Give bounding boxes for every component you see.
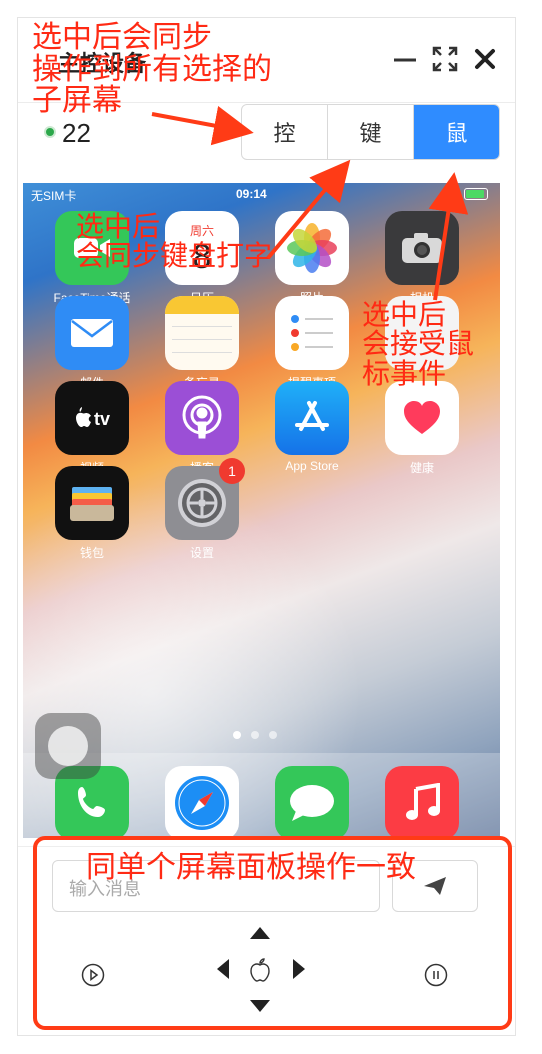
minimize-icon[interactable] [390,44,420,74]
carrier-label: 无SIM卡 [31,189,77,203]
apple-tv-icon: tv [55,381,129,455]
safari-icon [165,766,239,838]
health-icon [385,381,459,455]
photos-icon [275,211,349,285]
messages-icon [275,766,349,838]
podcasts-icon [165,381,239,455]
app-label: App Store [285,459,339,473]
app-label: 设置 [189,546,214,560]
app-mail[interactable]: 邮件 [52,296,132,391]
dock-music[interactable] [382,766,462,838]
annotation-panel-same: 同单个屏幕面板操作一致 [86,850,416,885]
page-indicator [233,731,277,739]
annotation-sync-screens: 选中后会同步 操作到所有选择的 子屏幕 [32,20,272,118]
app-camera[interactable]: 相机 [382,211,462,306]
annotation-sync-keyboard: 选中后 会同步键盘打字 [76,210,273,273]
app-store-icon [275,381,349,455]
settings-icon: 1 [165,458,245,540]
app-photos[interactable]: 照片 [272,211,352,306]
app-health[interactable]: 健康 [382,381,462,476]
app-notes[interactable]: 备忘录 [162,296,242,391]
annotation-mouse-events: 选中后 会接受鼠 标事件 [362,298,475,390]
app-tv[interactable]: tv 视频 [52,381,132,476]
phone-status-bar: 无SIM卡 09:14 [23,183,500,205]
assistive-touch-button[interactable] [35,713,101,779]
app-wallet[interactable]: 钱包 [52,466,132,561]
notes-icon [165,296,239,370]
fullscreen-icon[interactable] [430,44,460,74]
app-label: 健康 [409,461,434,475]
app-settings[interactable]: 1 设置 [162,458,245,561]
app-label: 钱包 [79,546,104,560]
keyboard-mode-tab[interactable]: 键 [328,105,414,159]
notification-badge: 1 [219,458,245,484]
reminders-icon [275,296,349,370]
dock-safari[interactable] [162,766,242,838]
app-appstore[interactable]: App Store [272,381,352,473]
battery-icon [464,188,488,200]
phone-screen-mirror[interactable]: 无SIM卡 09:14 FaceTime通话 周六 8 日历 [23,183,500,838]
device-count: 22 [62,118,91,148]
mouse-mode-tab[interactable]: 鼠 [414,105,499,159]
music-icon [385,766,459,838]
wallet-icon [55,466,129,540]
app-reminders[interactable]: 提醒事项 [272,296,352,391]
dock-messages[interactable] [272,766,352,838]
online-status-icon [44,126,56,138]
close-icon[interactable] [470,44,500,74]
svg-text:tv: tv [94,409,110,429]
mode-segmented-control: 控 键 鼠 [241,104,500,160]
mail-icon [55,296,129,370]
camera-icon [385,211,459,285]
clock-label: 09:14 [236,187,267,201]
